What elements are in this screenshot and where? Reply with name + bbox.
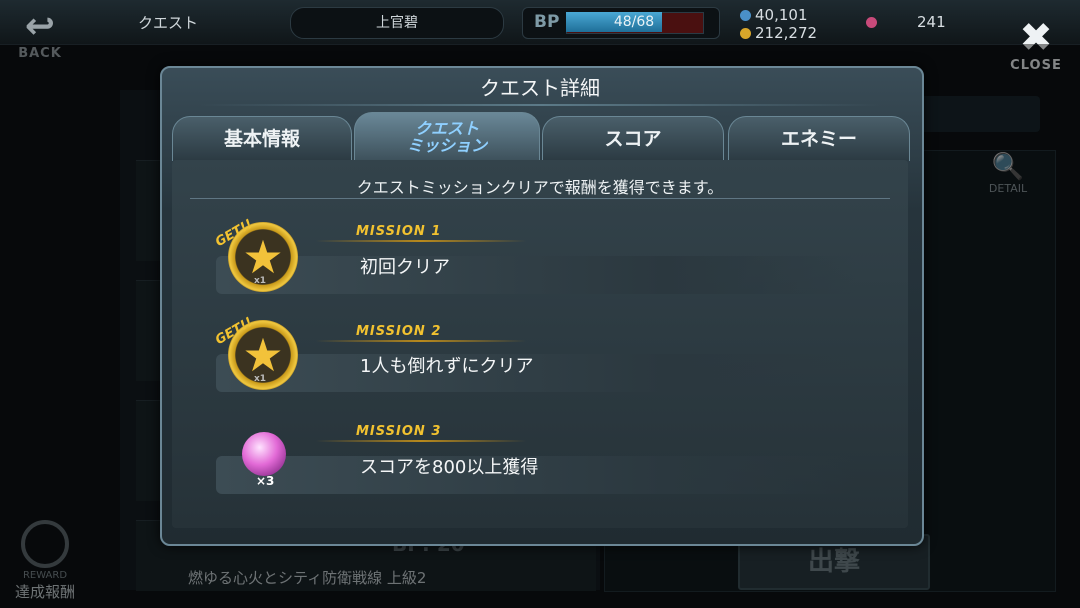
back-arrow-icon: ↩ xyxy=(24,6,56,47)
tab-enemy[interactable]: エネミー xyxy=(728,116,910,161)
tab-quest-mission-line2: ミッション xyxy=(406,136,487,155)
mission-row xyxy=(216,354,856,392)
screen-title: クエスト xyxy=(138,14,199,32)
currency-silver-value: 40,101 xyxy=(755,6,808,24)
tab-quest-mission[interactable]: クエスト ミッション xyxy=(354,112,540,163)
title-divider xyxy=(200,104,880,106)
tab-basic-info[interactable]: 基本情報 xyxy=(172,116,352,161)
bp-value: 48/68 xyxy=(613,14,655,30)
modal-title: クエスト詳細 xyxy=(480,76,600,100)
rank-display: 上官碧 xyxy=(290,7,504,39)
silver-coin-icon xyxy=(740,10,751,21)
currency-gold: 212,272 xyxy=(740,24,817,42)
mission-row xyxy=(216,256,856,294)
currency-silver: 40,101 xyxy=(740,6,808,24)
mission-underline xyxy=(316,340,526,342)
gem-reward-icon xyxy=(242,432,286,476)
tab-score[interactable]: スコア xyxy=(542,116,724,161)
mission-info-text: クエストミッションクリアで報酬を獲得できます。 xyxy=(356,178,724,197)
gem-counter: 241 xyxy=(866,13,946,31)
gem-reward-count: ×3 xyxy=(256,474,275,488)
mission-2-text: 1人も倒れずにクリア xyxy=(360,356,534,377)
bp-label: BP xyxy=(534,12,560,32)
gem-icon xyxy=(866,17,877,28)
mission-underline xyxy=(316,440,526,442)
mission-2-label: MISSION 2 xyxy=(356,324,442,339)
mission-3-label: MISSION 3 xyxy=(356,424,442,439)
mission-3-text: スコアを800以上獲得 xyxy=(360,457,539,478)
gold-coin-icon xyxy=(740,28,751,39)
gem-count-value: 241 xyxy=(917,13,946,31)
info-divider xyxy=(190,198,890,199)
currency-gold-value: 212,272 xyxy=(755,24,818,42)
mission-2-reward-count: x1 xyxy=(254,374,267,384)
tab-quest-mission-line1: クエスト xyxy=(414,119,479,138)
mission-underline xyxy=(316,240,526,242)
mission-1-text: 初回クリア xyxy=(360,257,450,278)
mission-1-reward-count: x1 xyxy=(254,276,267,286)
mission-1-label: MISSION 1 xyxy=(356,224,442,239)
